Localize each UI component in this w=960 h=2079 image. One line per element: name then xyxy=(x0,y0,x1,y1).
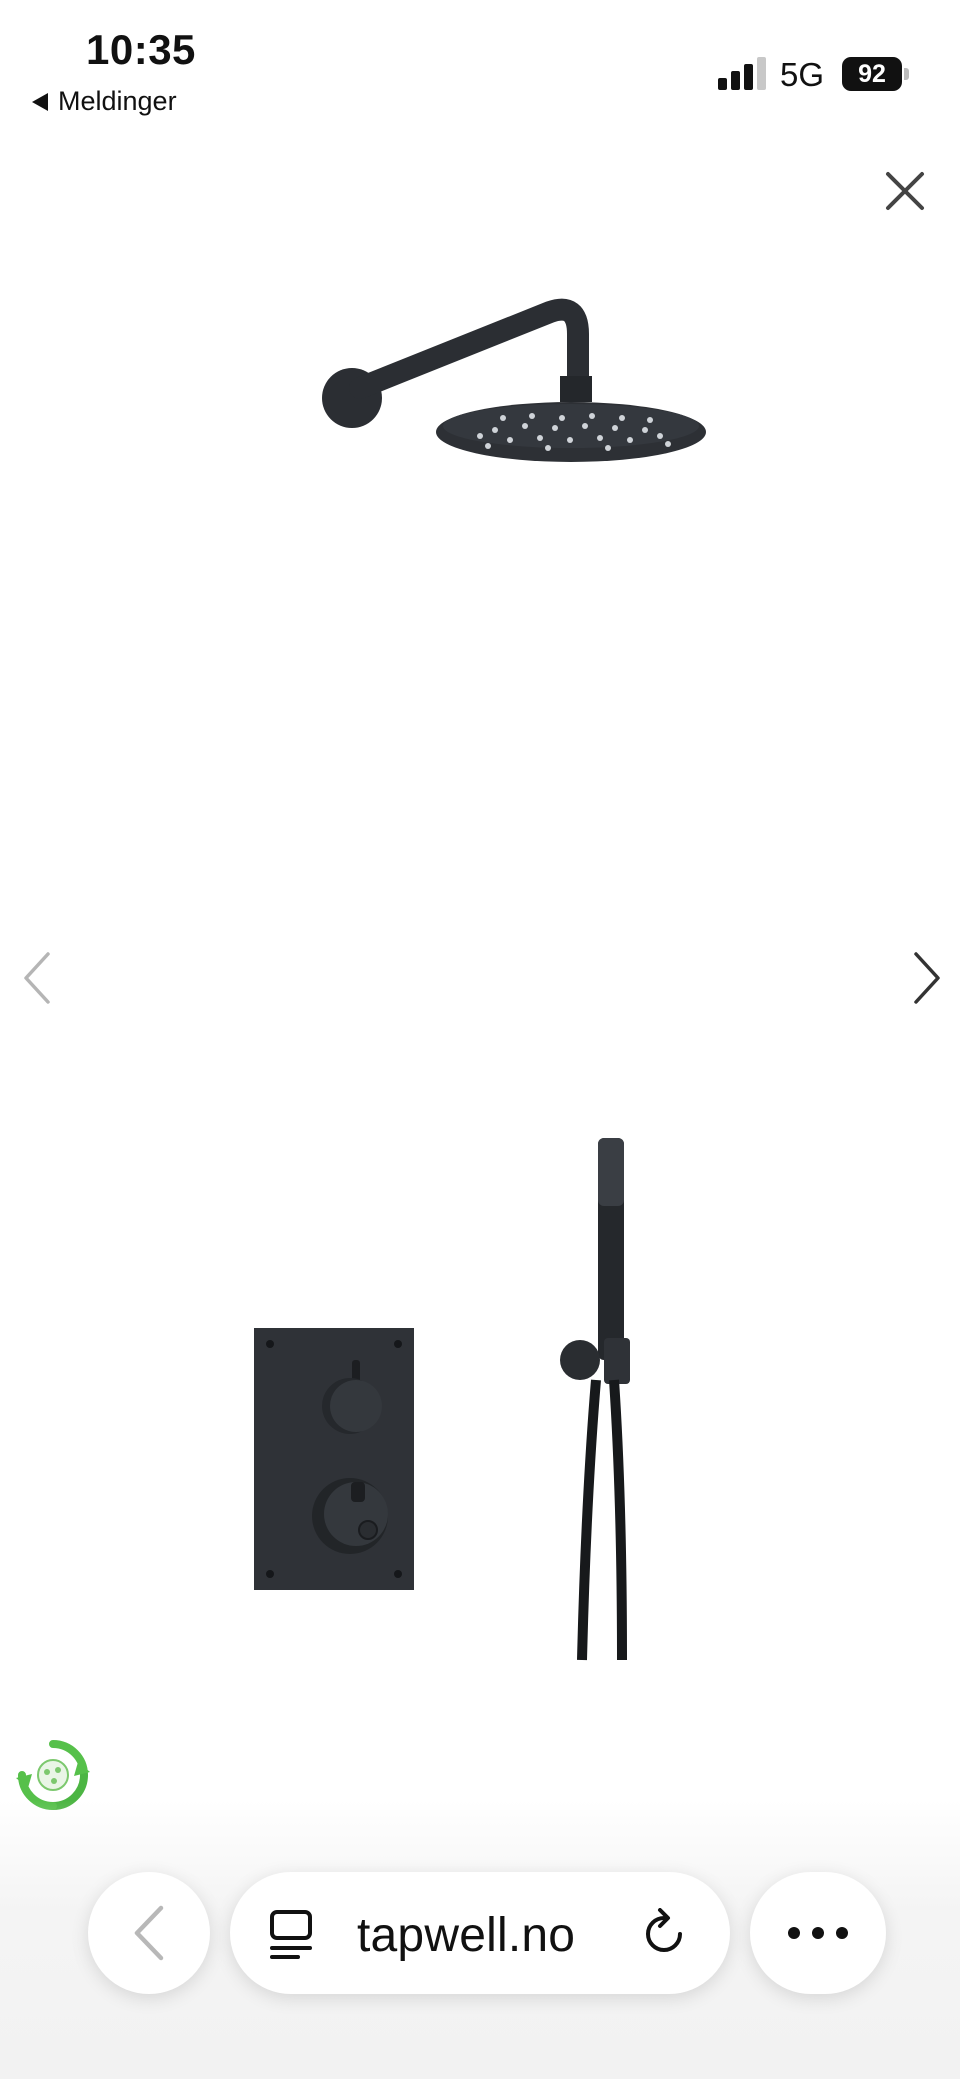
more-options-button[interactable] xyxy=(750,1872,886,1994)
reload-icon[interactable] xyxy=(638,1908,690,1960)
close-icon[interactable] xyxy=(880,166,930,216)
reader-icon[interactable] xyxy=(266,1908,316,1960)
address-bar[interactable]: tapwell.no xyxy=(230,1872,730,1994)
wall-shower-head xyxy=(322,298,706,462)
more-dots-icon xyxy=(788,1927,800,1939)
back-triangle-icon xyxy=(32,92,48,111)
chevron-right-icon[interactable] xyxy=(906,948,946,1008)
battery-level: 92 xyxy=(842,57,902,91)
more-dots-icon xyxy=(836,1927,848,1939)
back-app-label: Meldinger xyxy=(58,86,177,116)
product-image xyxy=(254,298,706,1661)
url-text: tapwell.no xyxy=(357,1909,576,1962)
status-time: 10:35 xyxy=(86,26,196,73)
more-dots-icon xyxy=(812,1927,824,1939)
back-to-app-button[interactable]: Meldinger xyxy=(32,86,177,117)
thermostatic-mixer xyxy=(254,1328,414,1590)
chevron-left-icon[interactable] xyxy=(18,948,58,1008)
chevron-left-icon xyxy=(134,1905,164,1961)
browser-back-button[interactable] xyxy=(88,1872,210,1994)
signal-bars-icon xyxy=(718,57,766,90)
battery-indicator: 92 xyxy=(842,57,909,91)
network-label: 5G xyxy=(780,56,825,93)
battery-nub xyxy=(904,68,909,80)
hand-shower xyxy=(560,1138,630,1661)
